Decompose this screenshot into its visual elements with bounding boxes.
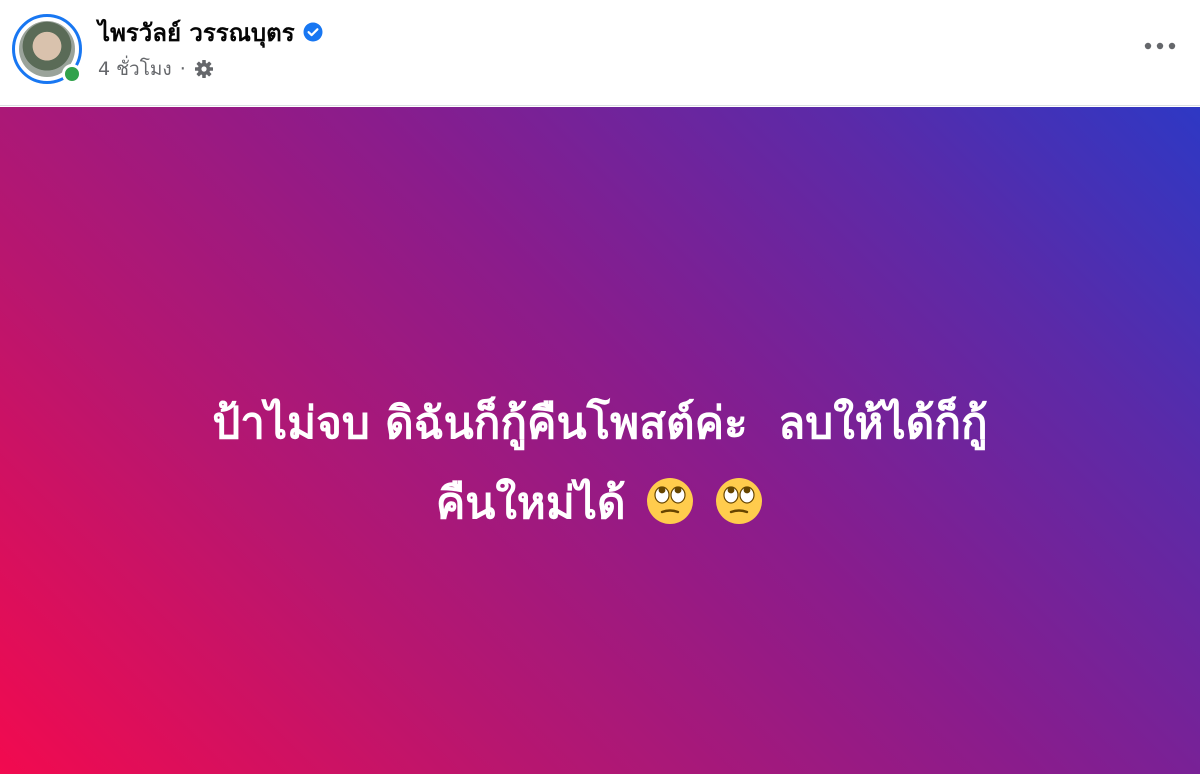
author-name[interactable]: ไพรวัลย์ วรรณบุตร [98, 13, 295, 52]
post-text-line-1: ป้าไม่จบ ดิฉันก็กู้คืนโพสต์ค่ะ ￼ ลบให้ได… [212, 397, 988, 449]
rolling-eyes-emoji-icon [714, 472, 764, 524]
post-timestamp[interactable]: 4 ชั่วโมง [98, 54, 172, 84]
gear-icon[interactable] [194, 59, 214, 79]
verified-badge-icon [303, 22, 323, 42]
post-text-line-2: คืนใหม่ได้ [435, 477, 626, 529]
post-text: ป้าไม่จบ ดิฉันก็กู้คืนโพสต์ค่ะ ￼ ลบให้ได… [50, 384, 1150, 544]
meta-separator: · [179, 58, 186, 80]
more-options-button[interactable] [1138, 28, 1182, 64]
more-options-icon [1144, 42, 1176, 50]
post-meta: 4 ชั่วโมง · [98, 54, 214, 84]
post-body-background: ป้าไม่จบ ดิฉันก็กู้คืนโพสต์ค่ะ ￼ ลบให้ได… [0, 107, 1200, 774]
author-line: ไพรวัลย์ วรรณบุตร [98, 14, 323, 50]
facebook-post: ไพรวัลย์ วรรณบุตร 4 ชั่วโมง · ป้าไม่จบ ด… [0, 0, 1200, 774]
post-text-line-2-wrap: คืนใหม่ได้ [50, 464, 1150, 544]
post-header: ไพรวัลย์ วรรณบุตร 4 ชั่วโมง · [0, 0, 1200, 106]
rolling-eyes-emoji-icon [645, 472, 695, 524]
online-status-dot [62, 64, 82, 84]
author-avatar[interactable] [12, 14, 82, 84]
